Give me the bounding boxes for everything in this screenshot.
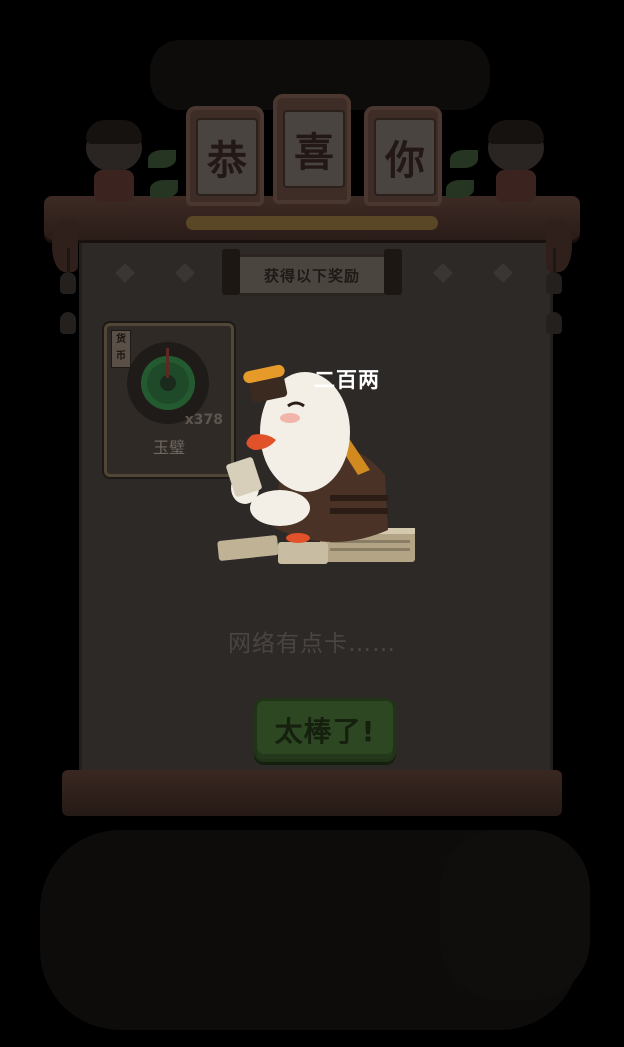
- network-status-message: 网络有点卡……: [228, 631, 396, 657]
- title-plaque-1: 恭: [186, 106, 264, 206]
- kid-body: [496, 170, 536, 202]
- leaf-icon: [148, 150, 176, 168]
- background-cat-silhouette: [440, 830, 590, 1000]
- bell-string-right: [553, 248, 556, 272]
- bell-icon-right-2: [546, 312, 562, 334]
- character-speech: 二百两: [314, 368, 380, 392]
- kid-hair: [86, 120, 142, 144]
- title-char-1: 恭: [196, 118, 258, 196]
- kid-body: [94, 170, 134, 202]
- bell-icon-left-1: [60, 272, 76, 294]
- title-plaque-3: 你: [364, 106, 442, 206]
- scroll-bottom-rod: [62, 770, 562, 816]
- leaf-icon: [150, 180, 178, 198]
- kid-figure-left: [82, 116, 146, 208]
- title-char-3: 你: [374, 118, 436, 196]
- bell-icon-right-1: [546, 272, 562, 294]
- leaf-icon: [450, 150, 478, 168]
- banner-cap-left: [222, 249, 240, 295]
- kid-hair: [488, 120, 544, 144]
- banner-cap-right: [384, 249, 402, 295]
- bell-string-left: [67, 248, 70, 272]
- jade-disc-icon: [141, 348, 195, 410]
- currency-tag: 货币: [111, 330, 131, 368]
- kid-figure-right: [484, 116, 548, 208]
- scroll-top-ornament: [186, 216, 438, 230]
- bell-icon-left-2: [60, 312, 76, 334]
- reward-banner: 获得以下奖励: [222, 249, 402, 296]
- leaf-icon: [446, 180, 474, 198]
- scroll-rod-cap-right: [546, 220, 572, 272]
- confirm-button[interactable]: 太棒了!: [254, 698, 396, 762]
- scroll-rod-cap-left: [52, 220, 78, 272]
- title-char-2: 喜: [283, 110, 345, 188]
- banner-label: 获得以下奖励: [240, 254, 384, 296]
- title-plaque-2: 喜: [273, 94, 351, 204]
- jade-disc-rope: [166, 348, 169, 378]
